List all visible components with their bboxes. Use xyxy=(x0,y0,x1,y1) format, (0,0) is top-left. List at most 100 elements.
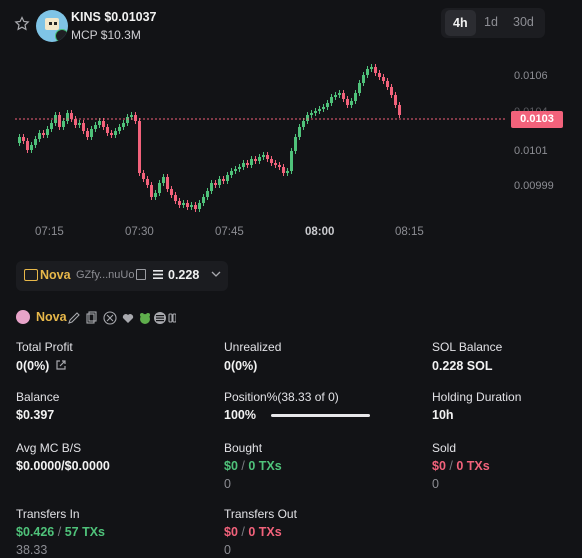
x-icon[interactable] xyxy=(103,311,117,325)
avg-mc-label: Avg MC B/S xyxy=(16,441,82,455)
current-price-tag: 0.0103 xyxy=(511,111,563,128)
transfers-in-txs: 57 TXs xyxy=(64,525,105,539)
bought-txs: 0 TXs xyxy=(248,459,282,473)
candle xyxy=(190,205,193,207)
candle xyxy=(246,163,249,165)
candle xyxy=(218,179,221,185)
candle xyxy=(146,179,149,185)
candle xyxy=(86,131,89,137)
candle xyxy=(118,127,121,131)
candle xyxy=(50,123,53,129)
token-avatar xyxy=(36,10,68,42)
candle xyxy=(178,201,181,205)
separator: / xyxy=(449,459,453,473)
candle xyxy=(266,155,269,159)
x-tick-bold: 08:00 xyxy=(305,226,334,238)
candle xyxy=(202,197,205,203)
candle xyxy=(294,137,297,151)
candle xyxy=(302,121,305,127)
tab-1d[interactable]: 1d xyxy=(484,15,498,29)
unrealized-value: 0(0%) xyxy=(224,359,258,373)
candle xyxy=(306,115,309,121)
candle xyxy=(390,87,393,95)
separator: / xyxy=(241,459,245,473)
candle xyxy=(198,203,201,209)
holding-duration-label: Holding Duration xyxy=(432,390,522,404)
candle xyxy=(158,183,161,193)
x-tick: 08:15 xyxy=(395,226,424,238)
transfers-out-sub: 0 xyxy=(224,543,231,557)
candle xyxy=(26,141,29,150)
candle xyxy=(82,123,85,131)
x-tick: 07:15 xyxy=(35,226,64,238)
candle xyxy=(102,121,105,127)
candle xyxy=(210,183,213,191)
candle xyxy=(42,133,45,135)
y-tick: 0.0101 xyxy=(514,145,548,157)
edit-icon[interactable] xyxy=(68,312,80,324)
avg-mc-value: $0.0000/$0.0000 xyxy=(16,459,110,473)
timeframe-selector: 4h 1d 30d xyxy=(441,8,545,38)
candle xyxy=(270,159,273,163)
external-link-icon[interactable] xyxy=(55,359,67,371)
candle xyxy=(230,171,233,175)
candle xyxy=(374,67,377,73)
candle xyxy=(206,191,209,197)
transfers-out-label: Transfers Out xyxy=(224,507,297,521)
candle xyxy=(186,203,189,207)
bought-label: Bought xyxy=(224,441,263,455)
wallet-address: GZfy...nuUo xyxy=(76,269,135,281)
wallet-balance: 0.228 xyxy=(168,268,200,282)
tab-30d[interactable]: 30d xyxy=(513,15,534,29)
sold-txs: 0 TXs xyxy=(456,459,490,473)
candle xyxy=(366,69,369,75)
candle xyxy=(90,129,93,137)
star-icon[interactable] xyxy=(14,16,30,32)
candle xyxy=(262,155,265,157)
separator: / xyxy=(241,525,245,539)
candle xyxy=(98,121,101,125)
candle xyxy=(386,81,389,87)
copy-icon[interactable] xyxy=(136,269,146,280)
candle xyxy=(58,115,61,127)
verified-badge-icon xyxy=(55,29,68,42)
candle xyxy=(342,93,345,99)
candle xyxy=(142,173,145,179)
candle xyxy=(330,97,333,103)
candle xyxy=(126,117,129,123)
token-ticker: KINS xyxy=(71,10,101,24)
chevron-down-icon xyxy=(211,271,221,277)
sold-label: Sold xyxy=(432,441,457,455)
transfers-out-value: $0 / 0 TXs xyxy=(224,525,282,539)
transfers-in-label: Transfers In xyxy=(16,507,80,521)
x-tick: 07:45 xyxy=(215,226,244,238)
candle xyxy=(398,105,401,115)
solana-icon xyxy=(153,270,163,279)
wallet-selector[interactable]: Nova GZfy...nuUo 0.228 xyxy=(16,261,228,291)
candle xyxy=(298,127,301,137)
profile-actions xyxy=(68,311,176,325)
candle xyxy=(382,77,385,81)
tab-4h[interactable]: 4h xyxy=(445,10,476,36)
candle xyxy=(62,121,65,127)
candle xyxy=(394,95,397,105)
candle xyxy=(278,165,281,167)
position-label: Position%(38.33 of 0) xyxy=(224,390,339,404)
candle xyxy=(130,115,133,117)
candle xyxy=(70,113,73,119)
candles xyxy=(18,64,401,212)
candle xyxy=(182,203,185,205)
toggle-icon[interactable] xyxy=(168,313,176,323)
candle xyxy=(154,193,157,197)
frog-icon[interactable] xyxy=(140,313,150,324)
candle xyxy=(222,179,225,181)
copy-icon[interactable] xyxy=(86,311,97,324)
candle xyxy=(326,103,329,107)
heart-icon[interactable] xyxy=(122,314,134,323)
list-icon[interactable] xyxy=(154,312,166,324)
candle xyxy=(30,145,33,150)
candle xyxy=(370,67,373,69)
price-chart[interactable]: 0.0106 0.0104 0.0101 0.00999 07:15 07:30… xyxy=(0,55,582,250)
candle xyxy=(282,167,285,173)
candle xyxy=(286,171,289,173)
